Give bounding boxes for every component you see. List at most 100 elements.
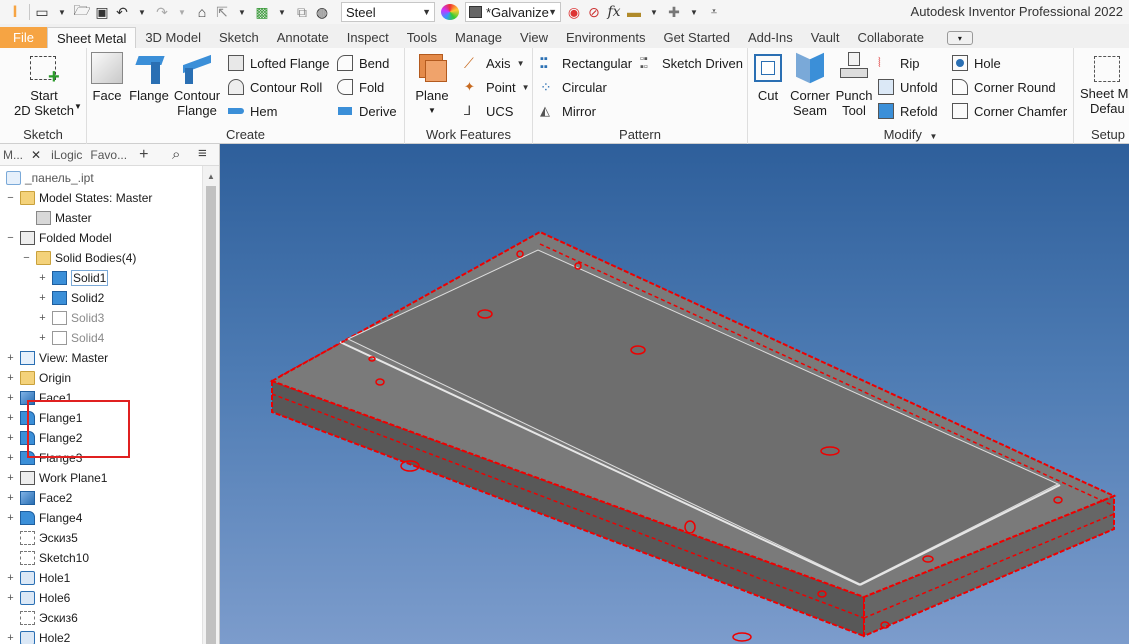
customize-icon[interactable]: ⩡: [705, 2, 723, 22]
mirror-button[interactable]: ◭ Mirror: [540, 100, 596, 122]
tree-item[interactable]: Sketch10: [6, 548, 89, 568]
expand-icon[interactable]: +: [6, 592, 15, 603]
tree-item[interactable]: − Solid Bodies(4): [22, 248, 136, 268]
sheet-metal-defaults-button[interactable]: Sheet M Defau: [1080, 52, 1129, 116]
axis-button[interactable]: ⟋ Axis ▼: [464, 52, 524, 74]
tree-root-file[interactable]: _панель_.ipt: [6, 168, 94, 188]
chevron-down-icon[interactable]: ▼: [645, 2, 663, 22]
corner-chamfer-button[interactable]: Corner Chamfer: [952, 100, 1067, 122]
unfold-button[interactable]: Unfold: [878, 76, 938, 98]
tab-sketch[interactable]: Sketch: [210, 27, 268, 48]
update-icon[interactable]: ▩: [253, 2, 271, 22]
tree-item[interactable]: + Solid2: [38, 288, 104, 308]
tree-item[interactable]: + View: Master: [6, 348, 108, 368]
clear-appearance-icon[interactable]: ⊘: [585, 2, 603, 22]
expand-icon[interactable]: +: [38, 312, 47, 323]
expand-icon[interactable]: +: [6, 452, 15, 463]
select-icon[interactable]: ⇱: [213, 2, 231, 22]
expand-icon[interactable]: +: [6, 572, 15, 583]
browser-scrollbar[interactable]: ▲: [202, 166, 219, 644]
tree-item[interactable]: + Work Plane1: [6, 468, 107, 488]
tab-collaborate[interactable]: Collaborate: [848, 27, 933, 48]
tree-item[interactable]: + Solid1: [38, 268, 109, 288]
tree-item[interactable]: + Hole2: [6, 628, 70, 644]
punch-tool-button[interactable]: Punch Tool: [834, 52, 874, 118]
expand-icon[interactable]: +: [6, 412, 15, 423]
plane-button[interactable]: Plane ▼: [411, 52, 453, 118]
tree-item[interactable]: − Folded Model: [6, 228, 112, 248]
collapse-icon[interactable]: −: [6, 232, 15, 243]
start-2d-sketch-button[interactable]: + Start 2D Sketch: [8, 52, 80, 118]
appearance-icon[interactable]: [441, 4, 459, 20]
chevron-down-icon[interactable]: ▼: [233, 2, 251, 22]
refold-button[interactable]: Refold: [878, 100, 938, 122]
search-icon[interactable]: ⌕: [172, 146, 180, 163]
menu-icon[interactable]: ≡: [198, 145, 207, 162]
point-button[interactable]: ✦ Point ▼: [464, 76, 530, 98]
expand-icon[interactable]: +: [6, 512, 15, 523]
flange-button[interactable]: Flange: [127, 52, 171, 103]
chevron-down-icon[interactable]: ▼: [273, 2, 291, 22]
tree-item[interactable]: + Flange4: [6, 508, 82, 528]
fold-button[interactable]: Fold: [337, 76, 384, 98]
cut-button[interactable]: Cut: [754, 52, 782, 103]
browser-tab-favorites[interactable]: Favo...: [90, 148, 127, 162]
expand-icon[interactable]: +: [38, 272, 47, 283]
tree-item[interactable]: − Model States: Master: [6, 188, 152, 208]
parameters-icon[interactable]: fx: [605, 2, 623, 22]
rectangular-pattern-button[interactable]: ▪▪ ▪▪ Rectangular: [540, 52, 632, 74]
tab-get-started[interactable]: Get Started: [654, 27, 738, 48]
chevron-down-icon[interactable]: ▼: [74, 102, 82, 111]
tab-environments[interactable]: Environments: [557, 27, 654, 48]
tab-3d-model[interactable]: 3D Model: [136, 27, 210, 48]
measure-icon[interactable]: ⧉: [293, 2, 311, 22]
expand-icon[interactable]: +: [6, 472, 15, 483]
tab-sheet-metal[interactable]: Sheet Metal: [46, 27, 137, 48]
browser-tab-ilogic[interactable]: iLogic: [51, 148, 82, 162]
material-globe-icon[interactable]: ◍: [313, 2, 331, 22]
tab-vault[interactable]: Vault: [802, 27, 849, 48]
hole-button[interactable]: Hole: [952, 52, 1001, 74]
expand-icon[interactable]: +: [6, 372, 15, 383]
expand-icon[interactable]: +: [38, 332, 47, 343]
tree-item[interactable]: Эскиз6: [6, 608, 78, 628]
add-tab-icon[interactable]: +: [139, 146, 148, 164]
circular-pattern-button[interactable]: ⁘ Circular: [540, 76, 607, 98]
tree-item[interactable]: + Hole6: [6, 588, 70, 608]
tab-view[interactable]: View: [511, 27, 557, 48]
expand-icon[interactable]: +: [6, 492, 15, 503]
derive-button[interactable]: Derive: [337, 100, 397, 122]
ribbon-display-toggle-icon[interactable]: ▾: [946, 31, 973, 45]
add-icon[interactable]: ✚: [665, 2, 683, 22]
home-icon[interactable]: ⌂: [193, 2, 211, 22]
sketch-driven-pattern-button[interactable]: ▫▪ ▪▫ Sketch Driven: [640, 52, 743, 74]
graphics-viewport[interactable]: [220, 144, 1129, 644]
contour-flange-button[interactable]: Contour Flange: [171, 52, 223, 118]
tab-file[interactable]: File: [0, 27, 47, 48]
expand-icon[interactable]: +: [6, 352, 15, 363]
expand-icon[interactable]: +: [38, 292, 47, 303]
tree-item[interactable]: + Solid3: [38, 308, 104, 328]
appearance-combo[interactable]: *Galvanize ▼: [465, 2, 561, 22]
collapse-icon[interactable]: −: [6, 192, 15, 203]
open-folder-icon[interactable]: 🗁: [73, 2, 91, 22]
scrollbar-thumb[interactable]: [206, 186, 216, 644]
chevron-down-icon[interactable]: ▼: [685, 2, 703, 22]
scroll-up-icon[interactable]: ▲: [207, 172, 215, 181]
browser-tab-model[interactable]: М...: [3, 148, 23, 162]
expand-icon[interactable]: +: [6, 632, 15, 643]
tree-item[interactable]: + Origin: [6, 368, 71, 388]
tab-manage[interactable]: Manage: [446, 27, 511, 48]
tree-item[interactable]: + Face2: [6, 488, 72, 508]
adjust-appearance-icon[interactable]: ◉: [565, 2, 583, 22]
undo-icon[interactable]: ↶: [113, 2, 131, 22]
ruler-icon[interactable]: ▬: [625, 2, 643, 22]
chevron-down-icon[interactable]: ▼: [133, 2, 151, 22]
face-button[interactable]: Face: [90, 52, 124, 103]
tab-annotate[interactable]: Annotate: [268, 27, 338, 48]
tree-item[interactable]: Master: [22, 208, 92, 228]
expand-icon[interactable]: +: [6, 392, 15, 403]
collapse-icon[interactable]: −: [22, 252, 31, 263]
tab-tools[interactable]: Tools: [398, 27, 446, 48]
redo-icon[interactable]: ↷: [153, 2, 171, 22]
